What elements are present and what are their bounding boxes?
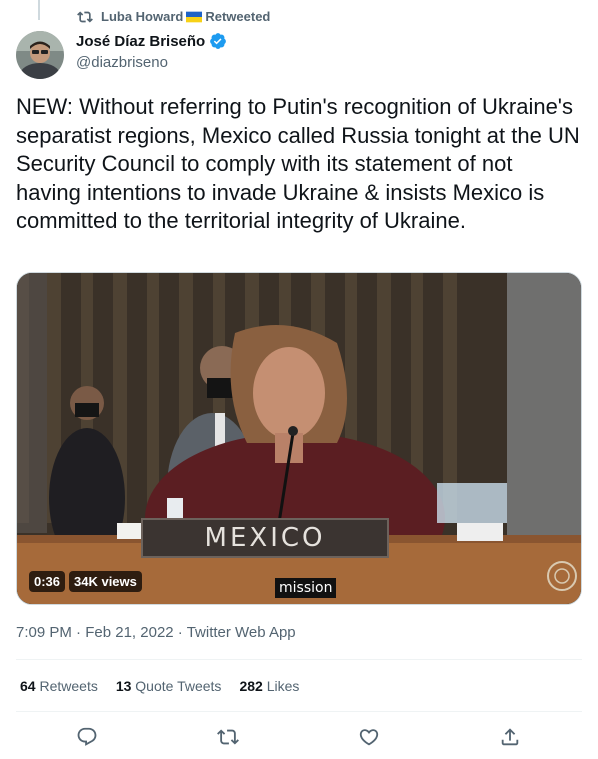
quotes-count: 13 bbox=[115, 678, 132, 694]
retweet-button[interactable] bbox=[213, 722, 243, 752]
meta-separator: · bbox=[76, 624, 82, 641]
meta-separator-2: · bbox=[177, 624, 183, 641]
retweets-stat[interactable]: 64 Retweets bbox=[20, 678, 98, 694]
divider-top bbox=[16, 659, 582, 660]
verified-badge-icon bbox=[210, 33, 227, 49]
tweet-source[interactable]: Twitter Web App bbox=[187, 624, 296, 641]
thread-line bbox=[38, 0, 40, 20]
reply-icon bbox=[77, 727, 97, 746]
share-icon bbox=[501, 728, 519, 746]
like-icon bbox=[359, 729, 379, 746]
author-handle[interactable]: @diazbriseno bbox=[76, 54, 168, 71]
share-button[interactable] bbox=[495, 722, 525, 752]
video-caption: mission bbox=[275, 578, 337, 598]
retweet-icon bbox=[77, 11, 93, 23]
likes-label: Likes bbox=[266, 678, 300, 694]
tweet-date[interactable]: Feb 21, 2022 bbox=[85, 624, 173, 641]
reply-button[interactable] bbox=[72, 722, 102, 752]
retweeted-label: Retweeted bbox=[205, 8, 271, 24]
quotes-label: Quote Tweets bbox=[135, 678, 222, 694]
likes-stat[interactable]: 282 Likes bbox=[239, 678, 299, 694]
action-bar bbox=[16, 722, 582, 752]
like-button[interactable] bbox=[354, 722, 384, 752]
video-duration: 0:36 bbox=[29, 571, 66, 592]
video-player[interactable]: MEXICO 0:36 34K views mission bbox=[16, 272, 582, 605]
ukraine-flag-emoji bbox=[186, 11, 203, 23]
divider-bottom bbox=[16, 711, 582, 712]
nameplate-text: MEXICO bbox=[204, 523, 326, 553]
retweeter-name[interactable]: Luba Howard bbox=[101, 9, 183, 24]
retweet-context[interactable]: Luba Howard Retweeted bbox=[77, 8, 270, 26]
tweet-time[interactable]: 7:09 PM bbox=[16, 624, 72, 641]
retweets-label: Retweets bbox=[39, 678, 98, 694]
tweet-stats: 64 Retweets 13 Quote Tweets 282 Likes bbox=[20, 678, 299, 694]
retweet-icon bbox=[217, 729, 239, 745]
quotes-stat[interactable]: 13 Quote Tweets bbox=[116, 678, 222, 694]
avatar[interactable] bbox=[16, 31, 64, 79]
tweet-metadata: 7:09 PM · Feb 21, 2022 · Twitter Web App bbox=[16, 624, 296, 641]
tweet-text: NEW: Without referring to Putin's recogn… bbox=[16, 94, 580, 233]
nameplate: MEXICO bbox=[141, 518, 389, 558]
author-name[interactable]: José Díaz Briseño bbox=[76, 33, 205, 50]
video-views: 34K views bbox=[69, 571, 142, 592]
retweets-count: 64 bbox=[20, 678, 36, 694]
author-name-row[interactable]: José Díaz Briseño bbox=[76, 32, 227, 50]
likes-count: 282 bbox=[239, 678, 263, 694]
